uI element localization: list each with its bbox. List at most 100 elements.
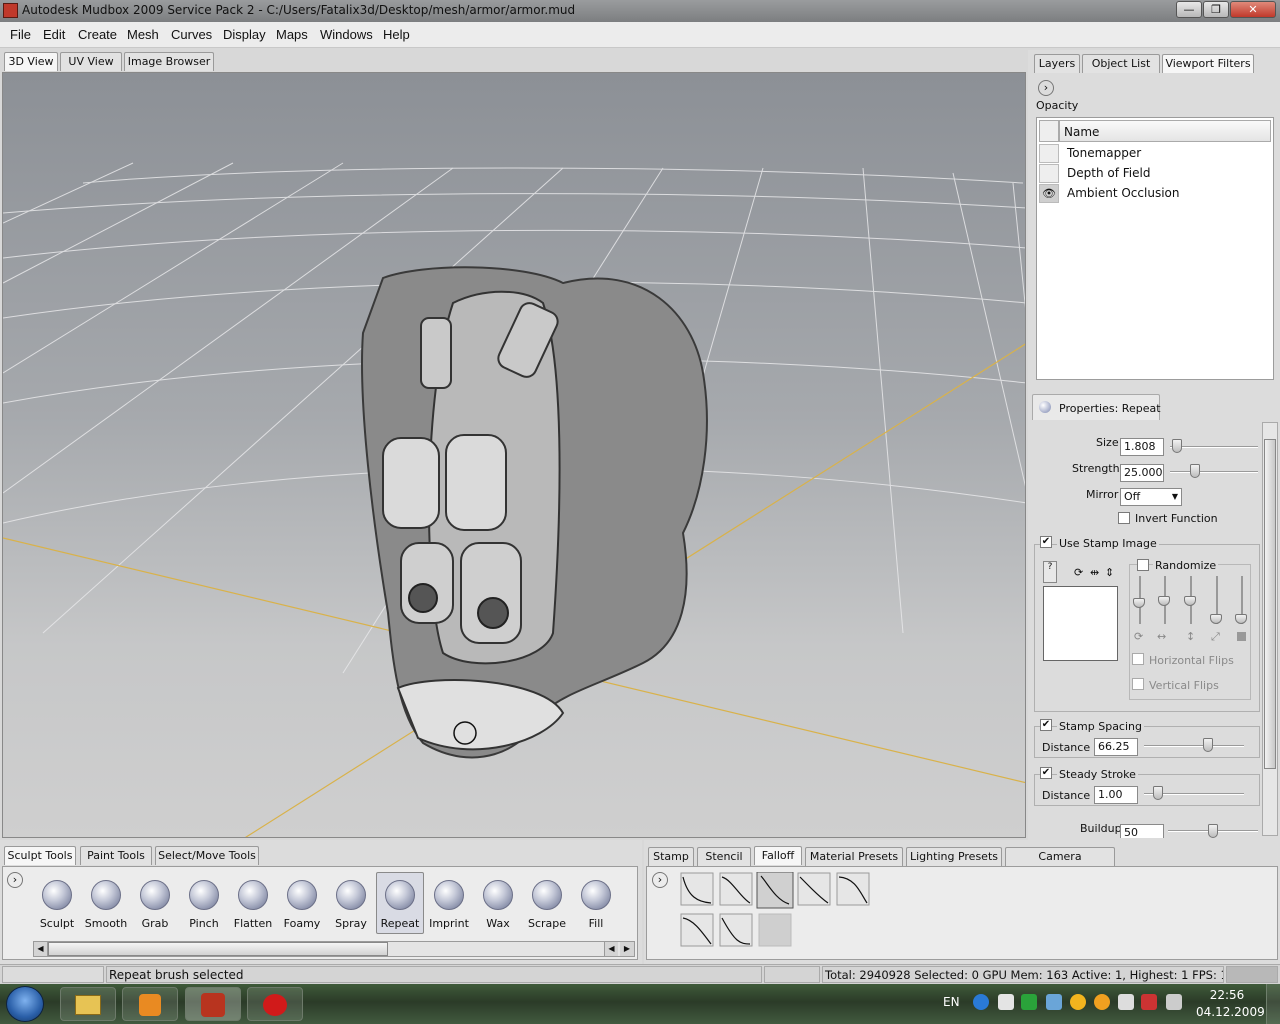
minimize-button[interactable]: — [1176, 1, 1202, 18]
buildup-input[interactable]: 50 [1120, 824, 1164, 838]
tab-object-list[interactable]: Object List [1082, 54, 1160, 73]
tab-stencil[interactable]: Stencil [697, 847, 751, 866]
menu-edit[interactable]: Edit [43, 27, 65, 42]
scroll-right-icon[interactable]: ▶ [620, 942, 634, 956]
steady-distance-input[interactable]: 1.00 [1094, 786, 1138, 804]
tonemapper-visibility-toggle[interactable] [1039, 144, 1059, 163]
tab-camera-bookmarks[interactable]: Camera Bookmarks [1005, 847, 1115, 880]
close-button[interactable]: ✕ [1230, 1, 1276, 18]
name-column-header[interactable]: Name [1059, 120, 1271, 142]
filter-item-ambient-occlusion[interactable]: Ambient Occlusion [1067, 186, 1179, 200]
tab-image-browser[interactable]: Image Browser [124, 52, 214, 71]
maximize-button[interactable]: ❐ [1203, 1, 1229, 18]
tool-sculpt[interactable]: Sculpt [34, 880, 80, 930]
falloff-expand-icon[interactable]: › [652, 872, 668, 888]
menu-help[interactable]: Help [383, 27, 410, 42]
flip-horizontal-icon[interactable]: ⇹ [1090, 566, 1099, 579]
explorer-task-icon[interactable] [60, 987, 116, 1021]
gear-tray-icon[interactable] [998, 994, 1014, 1010]
tab-stamp[interactable]: Stamp [648, 847, 694, 866]
randomize-checkbox[interactable] [1137, 559, 1149, 571]
tab-3d-view[interactable]: 3D View [4, 52, 58, 71]
display-tray-icon[interactable] [1046, 994, 1062, 1010]
tool-flatten[interactable]: Flatten [230, 880, 276, 930]
eye-icon[interactable]: 👁 [1039, 184, 1059, 203]
steady-stroke-checkbox[interactable] [1040, 767, 1052, 779]
menu-mesh[interactable]: Mesh [127, 27, 159, 42]
size-input[interactable]: 1.808 [1120, 438, 1164, 456]
stamp-distance-track[interactable] [1144, 745, 1244, 747]
buildup-knob[interactable] [1208, 824, 1218, 838]
size-slider-knob[interactable] [1171, 439, 1182, 453]
filter-item-tonemapper[interactable]: Tonemapper [1067, 146, 1141, 160]
menu-create[interactable]: Create [78, 27, 117, 42]
steady-distance-knob[interactable] [1153, 786, 1163, 800]
menu-curves[interactable]: Curves [171, 27, 212, 42]
mudbox-task-icon[interactable] [185, 987, 241, 1021]
3d-viewport[interactable] [2, 72, 1026, 838]
clock-date[interactable]: 04.12.2009 [1196, 1005, 1265, 1019]
tab-material-presets[interactable]: Material Presets [805, 847, 903, 866]
flag-tray-icon[interactable] [1118, 994, 1134, 1010]
tab-paint-tools[interactable]: Paint Tools [80, 846, 152, 865]
scrollbar-thumb[interactable] [1264, 439, 1276, 769]
stamp-preview[interactable] [1043, 586, 1118, 661]
language-indicator[interactable]: EN [943, 995, 960, 1009]
size-slider-track[interactable] [1170, 446, 1258, 448]
tab-layers[interactable]: Layers [1034, 54, 1080, 73]
expand-arrow-icon[interactable]: › [1038, 80, 1054, 96]
vertical-flips-checkbox[interactable] [1132, 678, 1144, 690]
tool-foamy[interactable]: Foamy [279, 880, 325, 930]
tab-falloff[interactable]: Falloff [754, 846, 802, 865]
tools-scrollbar-thumb[interactable] [48, 942, 388, 956]
tool-repeat[interactable]: Repeat [377, 880, 423, 930]
stamp-spacing-checkbox[interactable] [1040, 719, 1052, 731]
stamp-browse-icon[interactable]: ? [1043, 561, 1057, 583]
tool-smooth[interactable]: Smooth [83, 880, 129, 930]
messenger-tray-icon[interactable] [1070, 994, 1086, 1010]
invert-function-checkbox[interactable] [1118, 512, 1130, 524]
strength-input[interactable]: 25.000 [1120, 464, 1164, 482]
show-desktop-button[interactable] [1266, 984, 1280, 1024]
falloff-preset-1[interactable] [680, 872, 714, 906]
paint-task-icon[interactable] [247, 987, 303, 1021]
mirror-select[interactable]: Off ▼ [1120, 488, 1182, 506]
tools-expand-icon[interactable]: › [7, 872, 23, 888]
menu-display[interactable]: Display [223, 27, 266, 42]
strength-slider-knob[interactable] [1189, 464, 1200, 478]
use-stamp-image-checkbox[interactable] [1040, 536, 1052, 548]
network-tray-icon[interactable] [973, 994, 989, 1010]
tab-sculpt-tools[interactable]: Sculpt Tools [4, 846, 76, 865]
strength-slider-track[interactable] [1170, 471, 1258, 473]
power-tray-icon[interactable] [1141, 994, 1157, 1010]
rotate-icon[interactable]: ⟳ [1074, 566, 1083, 579]
media-player-task-icon[interactable] [122, 987, 178, 1021]
tab-viewport-filters[interactable]: Viewport Filters [1162, 54, 1254, 73]
clock-time[interactable]: 22:56 [1202, 988, 1252, 1002]
tab-select-move-tools[interactable]: Select/Move Tools [155, 846, 259, 865]
volume-tray-icon[interactable] [1166, 994, 1182, 1010]
tab-uv-view[interactable]: UV View [60, 52, 122, 71]
tool-imprint[interactable]: Imprint [426, 880, 472, 930]
tool-wax[interactable]: Wax [475, 880, 521, 930]
tool-scrape[interactable]: Scrape [524, 880, 570, 930]
tab-properties[interactable]: Properties: Repeat [1032, 394, 1161, 420]
properties-scrollbar[interactable] [1262, 422, 1278, 836]
tool-pinch[interactable]: Pinch [181, 880, 227, 930]
utorrent-tray-icon[interactable] [1021, 994, 1037, 1010]
scroll-left-icon[interactable]: ◀ [34, 942, 48, 956]
stamp-distance-input[interactable]: 66.25 [1094, 738, 1138, 756]
start-button-icon[interactable] [6, 986, 44, 1022]
scroll-left-2-icon[interactable]: ◀ [604, 942, 618, 956]
tab-lighting-presets[interactable]: Lighting Presets [906, 847, 1002, 866]
menu-file[interactable]: File [10, 27, 31, 42]
menu-windows[interactable]: Windows [320, 27, 373, 42]
antivirus-tray-icon[interactable] [1094, 994, 1110, 1010]
stamp-distance-knob[interactable] [1203, 738, 1214, 752]
depth-of-field-visibility-toggle[interactable] [1039, 164, 1059, 183]
tool-grab[interactable]: Grab [132, 880, 178, 930]
tool-fill[interactable]: Fill [573, 880, 619, 930]
tools-scrollbar[interactable]: ◀ ◀ ▶ [33, 941, 635, 957]
falloff-preset-7[interactable] [719, 913, 753, 947]
filter-item-depth-of-field[interactable]: Depth of Field [1067, 166, 1150, 180]
